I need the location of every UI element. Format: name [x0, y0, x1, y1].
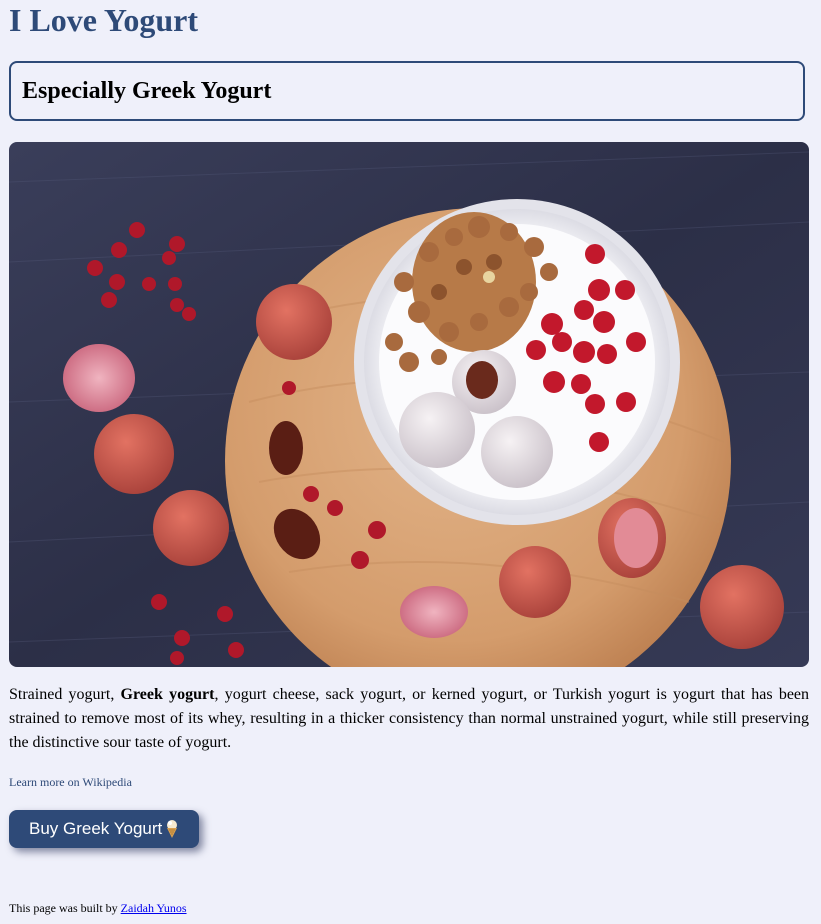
footer: This page was built by Zaidah Yunos — [9, 900, 187, 916]
buy-greek-yogurt-button[interactable]: Buy Greek Yogurt — [9, 810, 200, 848]
description-intro: Strained yogurt, — [9, 686, 121, 703]
page-subtitle: Especially Greek Yogurt — [22, 78, 272, 104]
hero-image — [9, 142, 809, 667]
footer-text: This page was built by — [9, 901, 121, 915]
page-title: I Love Yogurt — [9, 2, 199, 38]
wikipedia-link[interactable]: Learn more on Wikipedia — [9, 774, 132, 790]
buy-button-container: Buy Greek Yogurt — [9, 810, 809, 848]
description-bold-term: Greek yogurt — [120, 686, 215, 703]
buy-button-label: Buy Greek Yogurt — [29, 819, 163, 838]
subtitle-box: Especially Greek Yogurt — [9, 61, 805, 121]
author-link[interactable]: Zaidah Yunos — [121, 901, 187, 915]
ice-cream-cone-icon — [167, 820, 178, 838]
page: I Love Yogurt Especially Greek Yogurt St… — [0, 0, 821, 848]
description-paragraph: Strained yogurt, Greek yogurt, yogurt ch… — [9, 683, 809, 755]
